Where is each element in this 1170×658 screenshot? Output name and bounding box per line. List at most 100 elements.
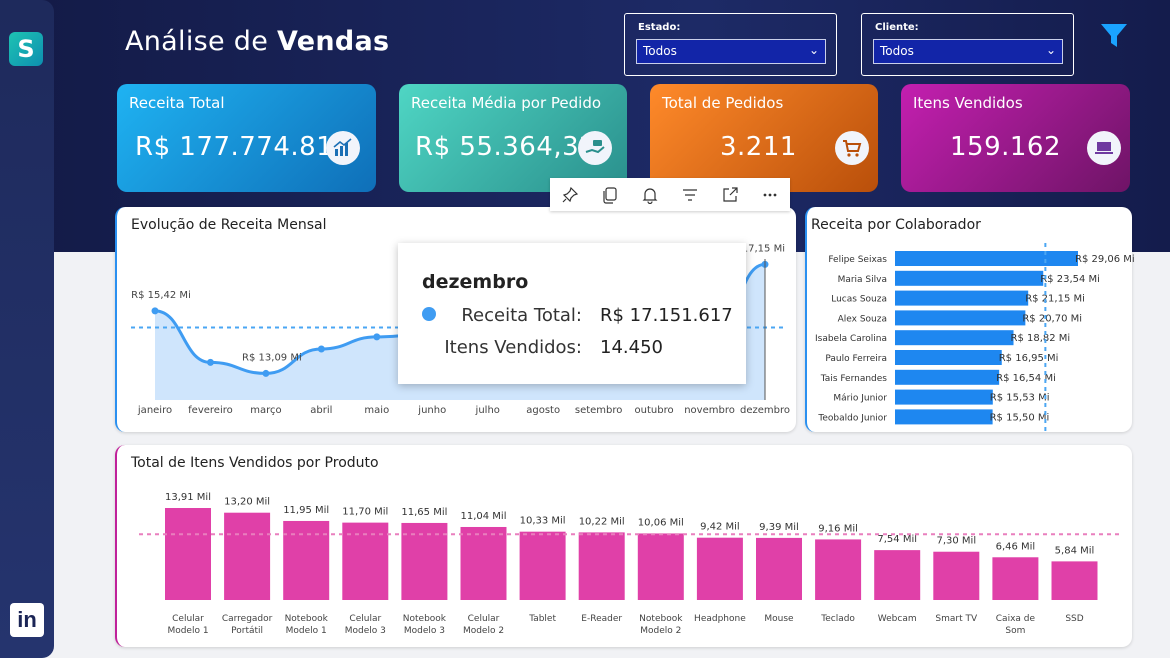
collaborator-name-label: Mário Junior xyxy=(833,394,887,404)
kpi-card-receita-total[interactable]: Receita Total R$ 177.774.816 xyxy=(117,84,376,192)
product-name-label: Celular xyxy=(468,614,500,624)
bar-value-label: 9,39 Mil xyxy=(759,522,799,533)
collaborator-bar xyxy=(895,251,1078,266)
collaborator-name-label: Felipe Seixas xyxy=(828,255,887,265)
kpi-card-total-pedidos[interactable]: Total de Pedidos 3.211 xyxy=(650,84,878,192)
bar-value-label: R$ 29,06 Mi xyxy=(1075,254,1134,265)
month-tick-label: fevereiro xyxy=(188,405,233,416)
data-label: R$ 15,42 Mi xyxy=(131,290,191,301)
month-tick-label: outubro xyxy=(635,405,674,416)
cliente-slicer: Cliente: Todos ⌄ xyxy=(861,13,1074,76)
cliente-dropdown[interactable]: Todos ⌄ xyxy=(873,39,1063,64)
bar-value-label: 13,20 Mil xyxy=(224,497,270,508)
hand-money-icon xyxy=(578,131,612,165)
collaborator-name-label: Paulo Ferreira xyxy=(825,354,887,364)
tooltip-receita-value: R$ 17.151.617 xyxy=(600,305,733,326)
data-point xyxy=(317,345,325,353)
chart-tooltip: dezembro Receita Total: R$ 17.151.617 It… xyxy=(398,243,746,384)
product-name-label: Mouse xyxy=(764,614,794,624)
product-bar xyxy=(519,531,566,600)
product-name-label: Modelo 2 xyxy=(463,626,504,636)
chevron-down-icon: ⌄ xyxy=(1045,43,1056,57)
tooltip-itens-label: Itens Vendidos: xyxy=(444,337,582,358)
collaborator-revenue-chart: Felipe Seixas R$ 29,06 Mi Maria Silva R$ 23… xyxy=(815,243,1134,431)
bar-value-label: R$ 18,82 Mi xyxy=(1011,333,1071,344)
bar-value-label: 10,06 Mil xyxy=(638,517,684,528)
bar-value-label: R$ 15,50 Mi xyxy=(990,412,1050,423)
collaborator-bar xyxy=(895,310,1026,326)
bell-icon[interactable] xyxy=(630,178,670,211)
product-name-label: Modelo 3 xyxy=(345,626,386,636)
product-name-label: Smart TV xyxy=(935,614,978,624)
product-bar xyxy=(460,526,507,600)
bar-value-label: R$ 15,53 Mi xyxy=(990,393,1050,404)
visual-toolbar xyxy=(550,178,790,211)
collaborator-revenue-panel[interactable]: Receita por Colaborador Felipe Seixas R$ … xyxy=(805,207,1134,432)
data-point xyxy=(206,358,214,366)
product-name-label: Webcam xyxy=(878,614,917,624)
product-name-label: Modelo 1 xyxy=(286,626,327,636)
product-bar xyxy=(874,550,921,600)
kpi-title: Receita Total xyxy=(129,94,225,112)
product-name-label: Celular xyxy=(172,614,204,624)
filter-lines-icon[interactable] xyxy=(670,178,710,211)
product-name-label: Notebook xyxy=(285,614,329,624)
kpi-title: Receita Média por Pedido xyxy=(411,94,602,112)
data-label: 17,15 Mi xyxy=(742,243,785,254)
copy-icon[interactable] xyxy=(590,178,630,211)
product-bar xyxy=(283,520,330,600)
kpi-card-receita-media[interactable]: Receita Média por Pedido R$ 55.364,32 xyxy=(399,84,627,192)
product-name-label: Portátil xyxy=(231,626,263,636)
product-bar xyxy=(815,539,862,600)
data-point xyxy=(151,307,159,315)
bar-value-label: 13,91 Mil xyxy=(165,492,211,503)
product-name-label: Tablet xyxy=(528,614,556,624)
linkedin-icon[interactable]: in xyxy=(10,603,44,637)
product-bar xyxy=(696,537,743,600)
cliente-slicer-label: Cliente: xyxy=(875,22,919,33)
month-tick-label: abril xyxy=(310,405,332,416)
bar-value-label: 5,84 Mil xyxy=(1055,545,1095,556)
collaborator-name-label: Maria Silva xyxy=(838,275,887,285)
tooltip-itens-value: 14.450 xyxy=(600,337,663,358)
bar-value-label: 11,70 Mil xyxy=(342,507,388,518)
bar-value-label: 7,54 Mil xyxy=(877,534,917,545)
month-tick-label: novembro xyxy=(684,405,735,416)
product-bar xyxy=(756,537,802,600)
product-name-label: Caixa de xyxy=(996,614,1036,624)
s-logo-icon[interactable]: S xyxy=(9,32,43,66)
estado-dropdown[interactable]: Todos ⌄ xyxy=(636,39,826,64)
product-bar xyxy=(933,551,980,600)
product-name-label: Modelo 3 xyxy=(404,626,445,636)
bar-value-label: 10,33 Mil xyxy=(520,516,566,527)
kpi-value: 3.211 xyxy=(720,132,797,162)
collaborator-name-label: Tais Fernandes xyxy=(820,374,888,384)
bar-value-label: R$ 16,54 Mi xyxy=(996,373,1056,384)
product-bar xyxy=(1051,561,1098,600)
month-tick-label: julho xyxy=(475,405,500,416)
focus-mode-icon[interactable] xyxy=(710,178,750,211)
bar-value-label: 7,30 Mil xyxy=(936,536,976,547)
month-tick-label: agosto xyxy=(526,405,560,416)
product-items-chart: 13,91 Mil Celular Modelo 1 13,20 Mil Carrega… xyxy=(139,492,1122,636)
data-point xyxy=(373,333,381,341)
month-tick-label: março xyxy=(250,405,281,416)
shopping-cart-icon xyxy=(835,131,869,165)
month-tick-label: maio xyxy=(364,405,389,416)
collaborator-name-label: Alex Souza xyxy=(838,314,887,324)
month-tick-label: dezembro xyxy=(740,405,790,416)
pin-icon[interactable] xyxy=(550,178,590,211)
kpi-card-itens-vendidos[interactable]: Itens Vendidos 159.162 xyxy=(901,84,1130,192)
funnel-filter-icon[interactable] xyxy=(1100,22,1128,50)
product-name-label: SSD xyxy=(1065,614,1083,624)
collaborator-bar xyxy=(895,350,1002,365)
product-name-label: Modelo 2 xyxy=(640,626,681,636)
more-options-icon[interactable] xyxy=(750,178,790,211)
product-name-label: Som xyxy=(1005,626,1025,636)
collaborator-name-label: Lucas Souza xyxy=(831,295,887,305)
bar-value-label: 10,22 Mil xyxy=(579,516,625,527)
product-name-label: Notebook xyxy=(403,614,447,624)
kpi-title: Itens Vendidos xyxy=(913,94,1023,112)
product-items-panel[interactable]: Total de Itens Vendidos por Produto 13,9… xyxy=(115,445,1132,647)
product-bar xyxy=(637,533,684,600)
